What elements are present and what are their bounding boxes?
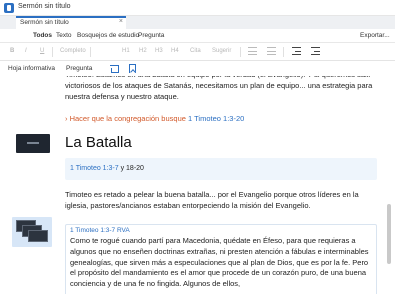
sermon-editor[interactable]: Timoteo. Estamos en una batalla en equip… (0, 76, 395, 294)
toolbar-divider (52, 47, 53, 57)
body-paragraph[interactable]: Timoteo es retado a pelear la buena bata… (65, 190, 383, 212)
tab-label: Sermón sin título (20, 19, 69, 26)
slide-preview (28, 230, 48, 242)
underline-button[interactable]: U (40, 48, 44, 54)
toolbar-divider (240, 47, 241, 57)
handout-button[interactable]: Hoja informativa (8, 65, 55, 72)
toolbar-divider (283, 47, 284, 57)
bold-button[interactable]: B (10, 48, 14, 54)
menu-bar: Todos Texto Bosquejos de estudio Pregunt… (0, 29, 395, 43)
verse-reference[interactable]: 1 Timoteo 1:3-7 RVA (70, 227, 130, 234)
outdent-icon[interactable] (311, 47, 320, 55)
menu-bosquejos[interactable]: Bosquejos de estudio (77, 32, 139, 39)
sheet-bar: Hoja informativa Pregunta (0, 61, 395, 76)
h3-button[interactable]: H3 (155, 48, 163, 54)
section-heading[interactable]: La Batalla (65, 134, 132, 151)
swap-icon[interactable] (110, 64, 119, 73)
quote-button[interactable]: Cita (190, 48, 201, 54)
bullet-list-icon[interactable] (248, 47, 257, 55)
format-toolbar: B I U Completo H1 H2 H3 H4 Cita Sugerir (0, 43, 395, 61)
title-bar: Sermón sin título (0, 0, 395, 16)
question-button[interactable]: Pregunta (66, 65, 92, 72)
intro-paragraph[interactable]: Timoteo. Estamos en una batalla en equip… (65, 76, 383, 102)
scripture-reference-box[interactable]: 1 Timoteo 1:3-7 y 18-20 (65, 158, 377, 180)
suggest-button[interactable]: Sugerir (212, 48, 231, 54)
bookmark-icon[interactable] (129, 64, 136, 73)
scripture-link[interactable]: 1 Timoteo 1:3-7 (70, 165, 119, 172)
toolbar-divider (90, 47, 91, 57)
h1-button[interactable]: H1 (122, 48, 130, 54)
menu-pregunta[interactable]: Pregunta (138, 32, 164, 39)
close-icon[interactable]: × (119, 18, 123, 25)
verse-text: Como te rogué cuando partí para Macedoni… (70, 236, 369, 289)
tab-sermon[interactable]: Sermón sin título × (16, 16, 126, 29)
verse-block[interactable]: 1 Timoteo 1:3-7 RVA Como te rogué cuando… (65, 224, 377, 294)
slides-thumbnail[interactable] (12, 217, 52, 247)
menu-todos[interactable]: Todos (33, 32, 52, 39)
scripture-reference: 1 Timoteo 1:3-7 y 18-20 (70, 165, 144, 172)
congregation-instruction: › Hacer que la congregación busque 1 Tim… (65, 114, 244, 123)
menu-texto[interactable]: Texto (56, 32, 72, 39)
numbered-list-icon[interactable] (267, 47, 276, 55)
scripture-link[interactable]: 1 Timoteo 1:3-20 (188, 114, 244, 123)
app-logo-icon (4, 3, 14, 13)
italic-button[interactable]: I (25, 48, 27, 54)
export-button[interactable]: Exportar... (360, 32, 390, 39)
full-button[interactable]: Completo (60, 48, 86, 54)
window-title: Sermón sin título (18, 3, 71, 10)
h2-button[interactable]: H2 (139, 48, 147, 54)
tab-bar: Sermón sin título × (0, 16, 395, 29)
scripture-suffix: y 18-20 (118, 165, 144, 172)
h4-button[interactable]: H4 (171, 48, 179, 54)
scrollbar-thumb[interactable] (387, 204, 391, 264)
instruction-text: › Hacer que la congregación busque (65, 114, 188, 123)
slide-thumbnail[interactable] (16, 134, 50, 153)
indent-icon[interactable] (292, 47, 301, 55)
